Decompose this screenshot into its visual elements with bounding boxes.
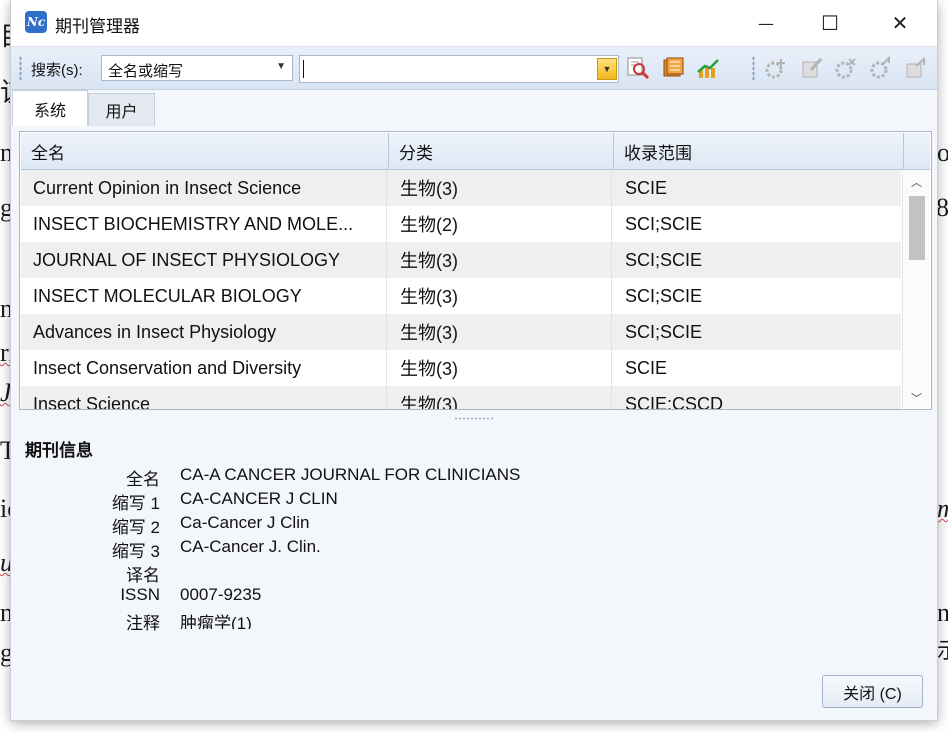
info-value-full-name: CA-A CANCER JOURNAL FOR CLINICIANS bbox=[180, 465, 521, 484]
cell-coverage: SCIE bbox=[625, 357, 668, 378]
search-field-value: 全名或缩写 bbox=[108, 63, 184, 80]
delete-journal-icon bbox=[835, 58, 856, 79]
cell-category: 生物(3) bbox=[388, 170, 612, 206]
cell-coverage: SCI;SCIE bbox=[625, 213, 703, 234]
search-label: 搜索(s): bbox=[31, 62, 83, 79]
info-value-abbr-2: Ca-Cancer J Clin bbox=[180, 513, 310, 532]
export-icon bbox=[906, 56, 925, 78]
edit-journal-icon bbox=[802, 57, 823, 78]
chevron-down-icon: ▼ bbox=[602, 64, 612, 74]
table-header: 全名 分类 收录范围 bbox=[21, 133, 930, 170]
edit-journal-button[interactable] bbox=[798, 55, 824, 81]
panel-splitter[interactable] bbox=[11, 413, 937, 423]
column-header-full-name[interactable]: 全名 bbox=[21, 133, 389, 169]
scroll-down-icon[interactable]: ﹀ bbox=[903, 388, 930, 408]
info-label-abbr-1: 缩写 1 bbox=[111, 494, 160, 513]
journal-table: 全名 分类 收录范围 Current Opinion in Insect Sci… bbox=[19, 131, 932, 410]
add-journal-icon bbox=[765, 59, 785, 79]
background-text: n bbox=[937, 598, 948, 627]
table-row[interactable]: JOURNAL OF INSECT PHYSIOLOGY 生物(3) SCI;S… bbox=[21, 242, 901, 278]
close-icon: ✕ bbox=[891, 11, 909, 35]
delete-journal-button[interactable] bbox=[833, 55, 859, 81]
text-caret bbox=[303, 60, 304, 78]
background-text: m bbox=[937, 496, 948, 522]
cell-full-name: Insect Conservation and Diversity bbox=[21, 350, 387, 386]
database-button[interactable] bbox=[660, 55, 686, 81]
minimize-button[interactable]: — bbox=[743, 0, 789, 46]
toolbar-grip[interactable] bbox=[752, 56, 755, 80]
cell-full-name: Advances in Insect Physiology bbox=[21, 314, 387, 350]
table-row[interactable]: INSECT MOLECULAR BIOLOGY 生物(3) SCI;SCIE bbox=[21, 278, 901, 314]
cell-category: 生物(3) bbox=[388, 350, 612, 386]
maximize-button[interactable]: ☐ bbox=[807, 0, 853, 46]
chart-icon bbox=[697, 59, 719, 78]
import-button[interactable] bbox=[868, 55, 894, 81]
table-row[interactable]: Insect Science 生物(3) SCIE;CSCD bbox=[21, 386, 901, 410]
search-field-select[interactable]: 全名或缩写 ▼ bbox=[101, 55, 293, 81]
info-value-abbr-3: CA-Cancer J. Clin. bbox=[180, 537, 321, 556]
scroll-up-icon[interactable]: ︿ bbox=[903, 172, 930, 192]
table-row[interactable]: INSECT BIOCHEMISTRY AND MOLE... 生物(2) SC… bbox=[21, 206, 901, 242]
search-history-dropdown[interactable]: ▼ bbox=[597, 58, 617, 80]
table-row[interactable]: Advances in Insect Physiology 生物(3) SCI;… bbox=[21, 314, 901, 350]
table-row[interactable]: Insect Conservation and Diversity 生物(3) … bbox=[21, 350, 901, 386]
splitter-grip-icon bbox=[454, 416, 494, 420]
statistics-button[interactable] bbox=[695, 55, 721, 81]
window-title: 期刊管理器 bbox=[55, 17, 140, 36]
info-label-full-name: 全名 bbox=[126, 470, 160, 489]
export-button[interactable] bbox=[903, 55, 929, 81]
cell-full-name: Current Opinion in Insect Science bbox=[21, 170, 387, 206]
scrollbar-thumb[interactable] bbox=[909, 196, 925, 260]
cell-category: 生物(3) bbox=[388, 386, 612, 409]
chevron-down-icon: ▼ bbox=[276, 61, 286, 72]
maximize-icon: ☐ bbox=[821, 11, 839, 35]
cell-coverage: SCIE bbox=[625, 177, 668, 198]
info-value-abbr-1: CA-CANCER J CLIN bbox=[180, 489, 338, 508]
column-header-coverage[interactable]: 收录范围 bbox=[614, 133, 904, 169]
background-text: 8 bbox=[936, 193, 948, 222]
cell-category: 生物(2) bbox=[388, 206, 612, 242]
background-text: o bbox=[937, 138, 948, 167]
info-label-abbr-2: 缩写 2 bbox=[111, 518, 160, 537]
cell-full-name: INSECT BIOCHEMISTRY AND MOLE... bbox=[21, 206, 387, 242]
search-records-icon bbox=[627, 57, 650, 80]
cell-coverage: SCI;SCIE bbox=[625, 285, 703, 306]
journal-info-title: 期刊信息 bbox=[25, 441, 93, 460]
cell-full-name: JOURNAL OF INSECT PHYSIOLOGY bbox=[21, 242, 387, 278]
table-row[interactable]: Current Opinion in Insect Science 生物(3) … bbox=[21, 170, 901, 206]
column-header-category[interactable]: 分类 bbox=[389, 133, 614, 169]
search-input[interactable]: ▼ bbox=[299, 55, 619, 83]
info-label-notes: 注释 bbox=[126, 614, 160, 633]
search-records-button[interactable] bbox=[625, 55, 651, 81]
cell-full-name: Insect Science bbox=[21, 386, 387, 409]
close-window-button[interactable]: ✕ bbox=[877, 0, 923, 46]
cell-category: 生物(3) bbox=[388, 278, 612, 314]
minimize-icon: — bbox=[758, 13, 774, 33]
close-button[interactable]: 关闭 (C) bbox=[822, 675, 923, 708]
app-logo-icon: Nc bbox=[25, 11, 47, 33]
info-value-notes: 肿瘤学(1) bbox=[180, 614, 252, 629]
cell-coverage: SCI;SCIE bbox=[625, 249, 703, 270]
vertical-scrollbar[interactable]: ︿ ﹀ bbox=[902, 170, 930, 408]
cell-coverage: SCIE;CSCD bbox=[625, 393, 724, 410]
info-label-translated-name: 译名 bbox=[126, 566, 160, 585]
info-label-issn: ISSN bbox=[120, 585, 160, 604]
add-journal-button[interactable] bbox=[763, 55, 789, 81]
title-bar[interactable]: Nc 期刊管理器 — ☐ ✕ bbox=[11, 0, 937, 46]
background-text: 示 bbox=[937, 640, 948, 662]
database-icon bbox=[663, 57, 684, 77]
journal-manager-window: Nc 期刊管理器 — ☐ ✕ 搜索(s): 全名或缩写 ▼ ▼ 系统 用户 全名… bbox=[11, 0, 937, 720]
info-label-abbr-3: 缩写 3 bbox=[111, 542, 160, 561]
cell-coverage: SCI;SCIE bbox=[625, 321, 703, 342]
cell-category: 生物(3) bbox=[388, 242, 612, 278]
import-icon bbox=[870, 56, 890, 79]
tab-user[interactable]: 用户 bbox=[88, 93, 155, 126]
toolbar: 搜索(s): 全名或缩写 ▼ ▼ bbox=[11, 46, 937, 90]
tab-system[interactable]: 系统 bbox=[12, 90, 88, 126]
info-value-issn: 0007-9235 bbox=[180, 585, 262, 604]
cell-full-name: INSECT MOLECULAR BIOLOGY bbox=[21, 278, 387, 314]
toolbar-grip[interactable] bbox=[19, 56, 22, 80]
cell-category: 生物(3) bbox=[388, 314, 612, 350]
